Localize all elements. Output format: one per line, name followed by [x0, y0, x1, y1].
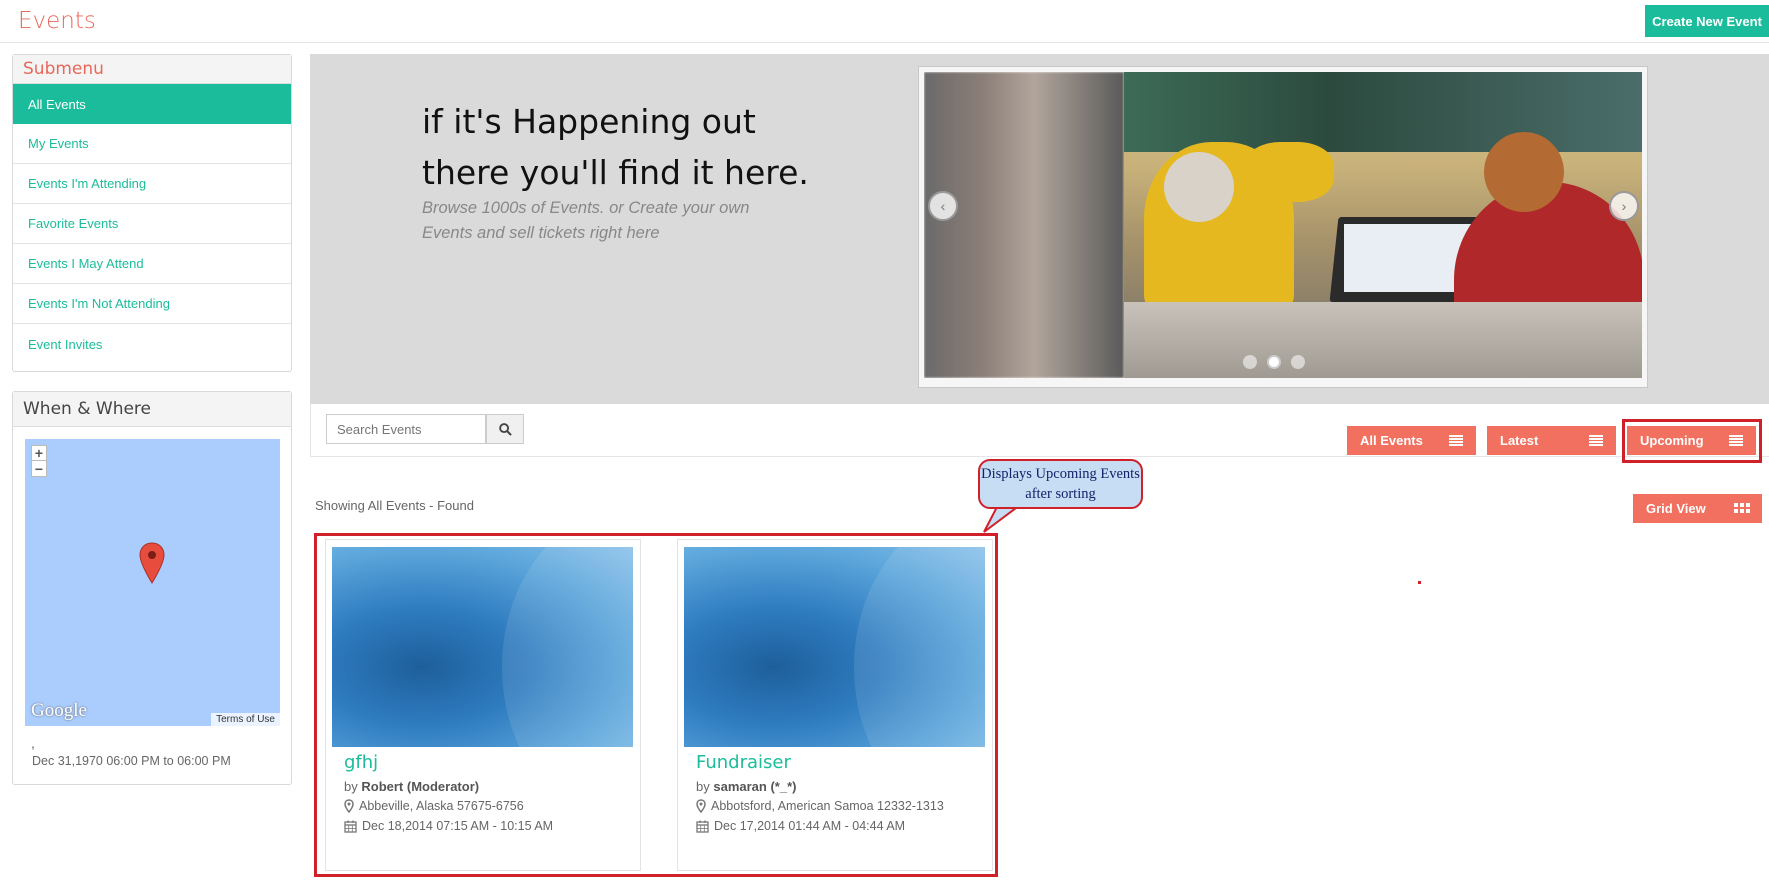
event-author: by samaran (*_*)	[696, 779, 796, 794]
event-location: Abbeville, Alaska 57675-6756	[344, 799, 524, 813]
event-author-name: Robert (Moderator)	[361, 779, 480, 794]
submenu-title: Submenu	[13, 55, 291, 84]
callout-pointer	[983, 505, 1022, 533]
google-logo: Google	[31, 700, 87, 721]
event-author-name: samaran (*_*)	[713, 779, 797, 794]
runners-photo	[924, 72, 1124, 378]
event-location-text: Abbotsford, American Samoa 12332-1313	[711, 799, 944, 813]
list-icon	[1589, 435, 1603, 446]
event-location: Abbotsford, American Samoa 12332-1313	[696, 799, 944, 813]
map-marker-icon[interactable]	[139, 542, 165, 584]
sort-latest-button[interactable]: Latest	[1487, 426, 1616, 455]
showing-results-text: Showing All Events - Found	[315, 498, 474, 513]
slider-dot-3[interactable]	[1291, 355, 1305, 369]
grid-view-label: Grid View	[1646, 501, 1706, 516]
chevron-left-icon: ‹	[940, 198, 946, 214]
submenu-item-event-invites[interactable]: Event Invites	[13, 324, 291, 364]
hero-banner: if it's Happening out there you'll find …	[310, 54, 1769, 404]
event-date-text: Dec 18,2014 07:15 AM - 10:15 AM	[362, 819, 554, 833]
event-location-text: ,	[31, 735, 35, 751]
classroom-photo	[1124, 72, 1642, 378]
sort-upcoming-button[interactable]: Upcoming	[1627, 426, 1756, 455]
event-date-text: Dec 31,1970 06:00 PM to 06:00 PM	[32, 754, 231, 768]
map-zoom-out-button[interactable]: −	[31, 461, 47, 477]
grid-view-button[interactable]: Grid View	[1633, 494, 1762, 523]
image-slider: ‹ ›	[918, 66, 1648, 388]
annotation-callout: Displays Upcoming Events after sorting	[978, 459, 1143, 509]
map-pin-icon	[344, 799, 354, 813]
chevron-right-icon: ›	[1621, 198, 1627, 214]
event-image[interactable]	[332, 547, 633, 747]
event-author: by Robert (Moderator)	[344, 779, 479, 794]
event-title[interactable]: Fundraiser	[696, 752, 791, 773]
event-image[interactable]	[684, 547, 985, 747]
submenu-item-all-events[interactable]: All Events	[13, 84, 291, 124]
submenu-item-events-attending[interactable]: Events I'm Attending	[13, 164, 291, 204]
submenu-item-my-events[interactable]: My Events	[13, 124, 291, 164]
slider-next-button[interactable]: ›	[1609, 191, 1639, 221]
create-new-event-button[interactable]: Create New Event	[1645, 5, 1769, 37]
sort-latest-label: Latest	[1500, 433, 1539, 448]
map-zoom-controls: + −	[31, 445, 47, 477]
slide-image	[924, 72, 1642, 378]
event-date: Dec 17,2014 01:44 AM - 04:44 AM	[696, 819, 905, 833]
search-icon	[498, 422, 512, 436]
list-icon	[1449, 435, 1463, 446]
submenu-item-favorite-events[interactable]: Favorite Events	[13, 204, 291, 244]
when-where-title: When & Where	[13, 392, 291, 427]
sort-all-events-button[interactable]: All Events	[1347, 426, 1476, 455]
list-icon	[1729, 435, 1743, 446]
top-bar	[0, 0, 1769, 43]
search-events-input[interactable]	[326, 414, 486, 444]
map-terms-link[interactable]: Terms of Use	[211, 713, 280, 726]
slider-prev-button[interactable]: ‹	[928, 191, 958, 221]
map-pin-icon	[696, 799, 706, 813]
event-date-text: Dec 17,2014 01:44 AM - 04:44 AM	[714, 819, 906, 833]
hero-subtitle: Browse 1000s of Events. or Create your o…	[422, 199, 750, 242]
calendar-icon	[696, 820, 709, 833]
stray-mark	[1418, 581, 1421, 584]
hero-title: if it's Happening out there you'll find …	[422, 102, 809, 192]
slider-dot-1[interactable]	[1243, 355, 1257, 369]
page-title: Events	[18, 8, 96, 34]
sort-all-events-label: All Events	[1360, 433, 1423, 448]
search-button[interactable]	[486, 414, 524, 444]
submenu-item-events-may-attend[interactable]: Events I May Attend	[13, 244, 291, 284]
event-location-text: Abbeville, Alaska 57675-6756	[359, 799, 524, 813]
event-card[interactable]: gfhj by Robert (Moderator) Abbeville, Al…	[325, 539, 641, 871]
event-author-prefix: by	[344, 779, 358, 794]
submenu-panel: Submenu All Events My Events Events I'm …	[12, 54, 292, 372]
map[interactable]: + − Google Terms of Use	[25, 439, 280, 726]
event-card[interactable]: Fundraiser by samaran (*_*) Abbotsford, …	[677, 539, 993, 871]
grid-icon	[1734, 503, 1750, 514]
event-title[interactable]: gfhj	[344, 752, 378, 773]
submenu-item-events-not-attending[interactable]: Events I'm Not Attending	[13, 284, 291, 324]
calendar-icon	[344, 820, 357, 833]
event-date: Dec 18,2014 07:15 AM - 10:15 AM	[344, 819, 553, 833]
sort-upcoming-label: Upcoming	[1640, 433, 1704, 448]
when-where-panel: When & Where + − Google Terms of Use , D…	[12, 391, 292, 785]
event-author-prefix: by	[696, 779, 710, 794]
slider-dot-2[interactable]	[1267, 355, 1281, 369]
map-zoom-in-button[interactable]: +	[31, 445, 47, 461]
